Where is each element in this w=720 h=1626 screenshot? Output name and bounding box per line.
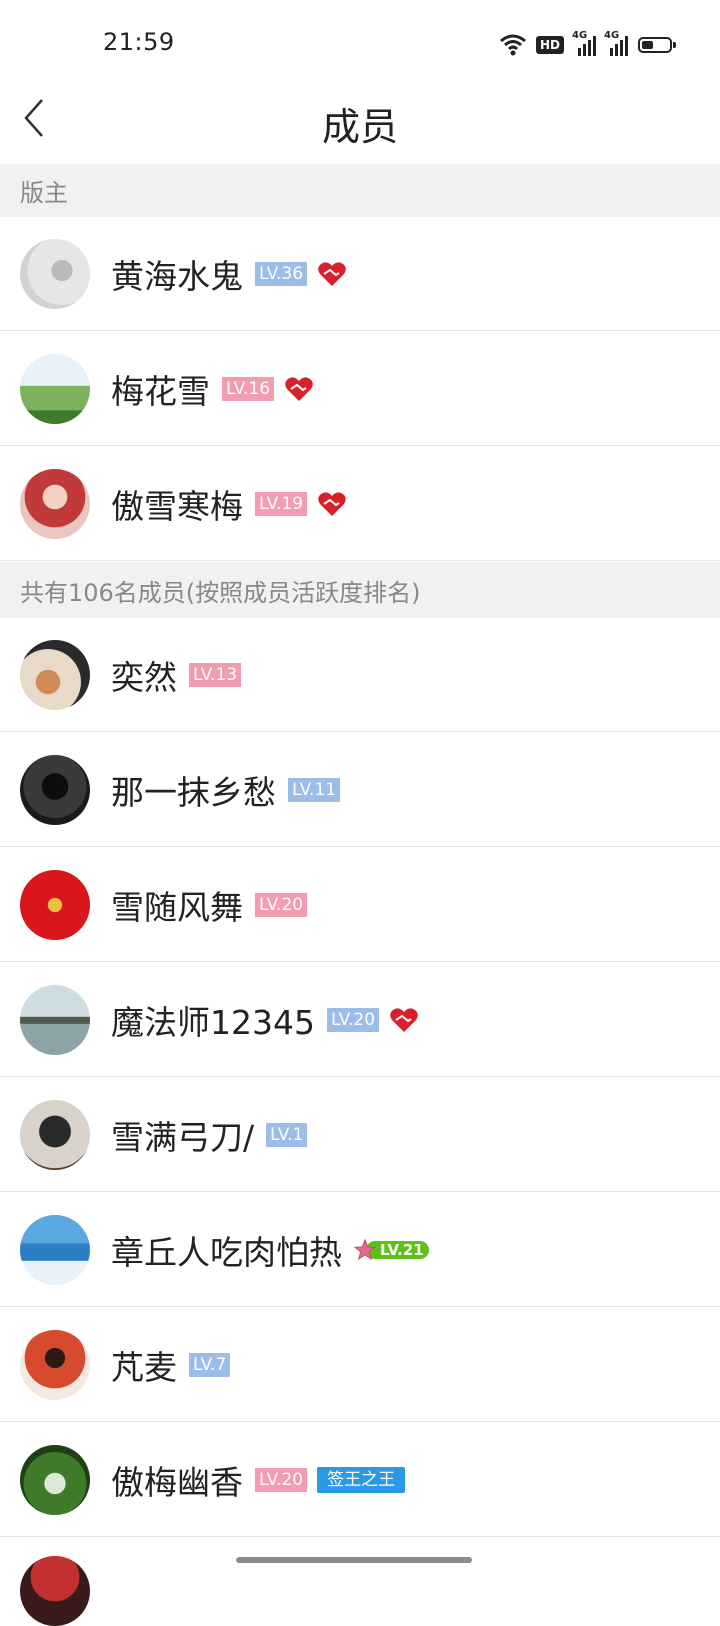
status-bar: 21:59 HD 4G 4G: [0, 0, 720, 80]
level-badge: LV.16: [222, 376, 275, 401]
member-name: 魔法师12345: [111, 1002, 315, 1042]
heart-handshake-icon: [318, 491, 346, 516]
member-name: 雪随风舞: [111, 887, 243, 927]
member-row[interactable]: 雪满弓刀/ LV.1: [0, 1078, 720, 1192]
section-header-members: 共有106名成员(按照成员活跃度排名): [0, 562, 720, 618]
moderator-row[interactable]: 梅花雪 LV.16: [0, 332, 720, 446]
page-title: 成员: [321, 105, 398, 149]
moderator-row[interactable]: 傲雪寒梅 LV.19: [0, 447, 720, 561]
member-name: 章丘人吃肉怕热: [111, 1232, 342, 1272]
wifi-icon: [500, 34, 526, 56]
member-name: 傲梅幽香: [111, 1462, 243, 1502]
hd-badge: HD: [535, 36, 564, 54]
signal-icon-1: 4G: [572, 30, 596, 56]
member-row[interactable]: 傲梅幽香 LV.20 签王之王: [0, 1423, 720, 1537]
level-badge: LV.11: [288, 777, 341, 802]
avatar: [20, 1556, 90, 1626]
member-name: 雪满弓刀/: [111, 1117, 255, 1157]
level-badge: LV.20: [255, 1467, 308, 1492]
level-badge: LV.1: [266, 1122, 308, 1147]
avatar: [20, 1329, 90, 1400]
star-icon: [354, 1238, 376, 1260]
member-name: 黄海水鬼: [111, 256, 243, 296]
avatar: [20, 869, 90, 940]
member-name: 傲雪寒梅: [111, 486, 243, 526]
status-time: 21:59: [103, 28, 175, 56]
heart-handshake-icon: [318, 261, 346, 286]
level-badge: LV.7: [189, 1352, 231, 1377]
status-icons: HD 4G 4G: [500, 30, 676, 60]
member-row[interactable]: 章丘人吃肉怕热 LV.21: [0, 1193, 720, 1307]
battery-icon: [638, 37, 676, 53]
avatar: [20, 1214, 90, 1285]
member-row[interactable]: 雪随风舞 LV.20: [0, 848, 720, 962]
avatar: [20, 984, 90, 1055]
avatar: [20, 1099, 90, 1170]
avatar: [20, 353, 90, 424]
level-badge: LV.20: [255, 892, 308, 917]
member-name: 奕然: [111, 657, 177, 697]
heart-handshake-icon: [285, 376, 313, 401]
member-row[interactable]: 奕然 LV.13: [0, 618, 720, 732]
member-row-partial[interactable]: [0, 1538, 720, 1626]
member-row[interactable]: 芃麦 LV.7: [0, 1308, 720, 1422]
title-tag-badge: 签王之王: [317, 1466, 406, 1493]
member-name: 梅花雪: [111, 371, 210, 411]
level-badge: LV.36: [255, 261, 308, 286]
heart-handshake-icon: [390, 1007, 418, 1032]
avatar: [20, 1444, 90, 1515]
member-row[interactable]: 魔法师12345 LV.20: [0, 963, 720, 1077]
member-name: 那一抹乡愁: [111, 772, 276, 812]
nav-bar: 成员: [0, 80, 720, 164]
level-star-badge: LV.21: [354, 1238, 429, 1261]
level-badge: LV.19: [255, 491, 308, 516]
level-badge: LV.13: [189, 662, 242, 687]
member-row[interactable]: 那一抹乡愁 LV.11: [0, 733, 720, 847]
moderator-row[interactable]: 黄海水鬼 LV.36: [0, 217, 720, 331]
avatar: [20, 639, 90, 710]
level-badge: LV.20: [326, 1007, 380, 1032]
avatar: [20, 468, 90, 539]
section-header-moderators: 版主: [0, 164, 720, 217]
signal-icon-2: 4G: [604, 30, 628, 56]
member-name: 芃麦: [111, 1347, 177, 1387]
home-indicator[interactable]: [236, 1557, 472, 1563]
avatar: [20, 238, 90, 309]
avatar: [20, 754, 90, 825]
